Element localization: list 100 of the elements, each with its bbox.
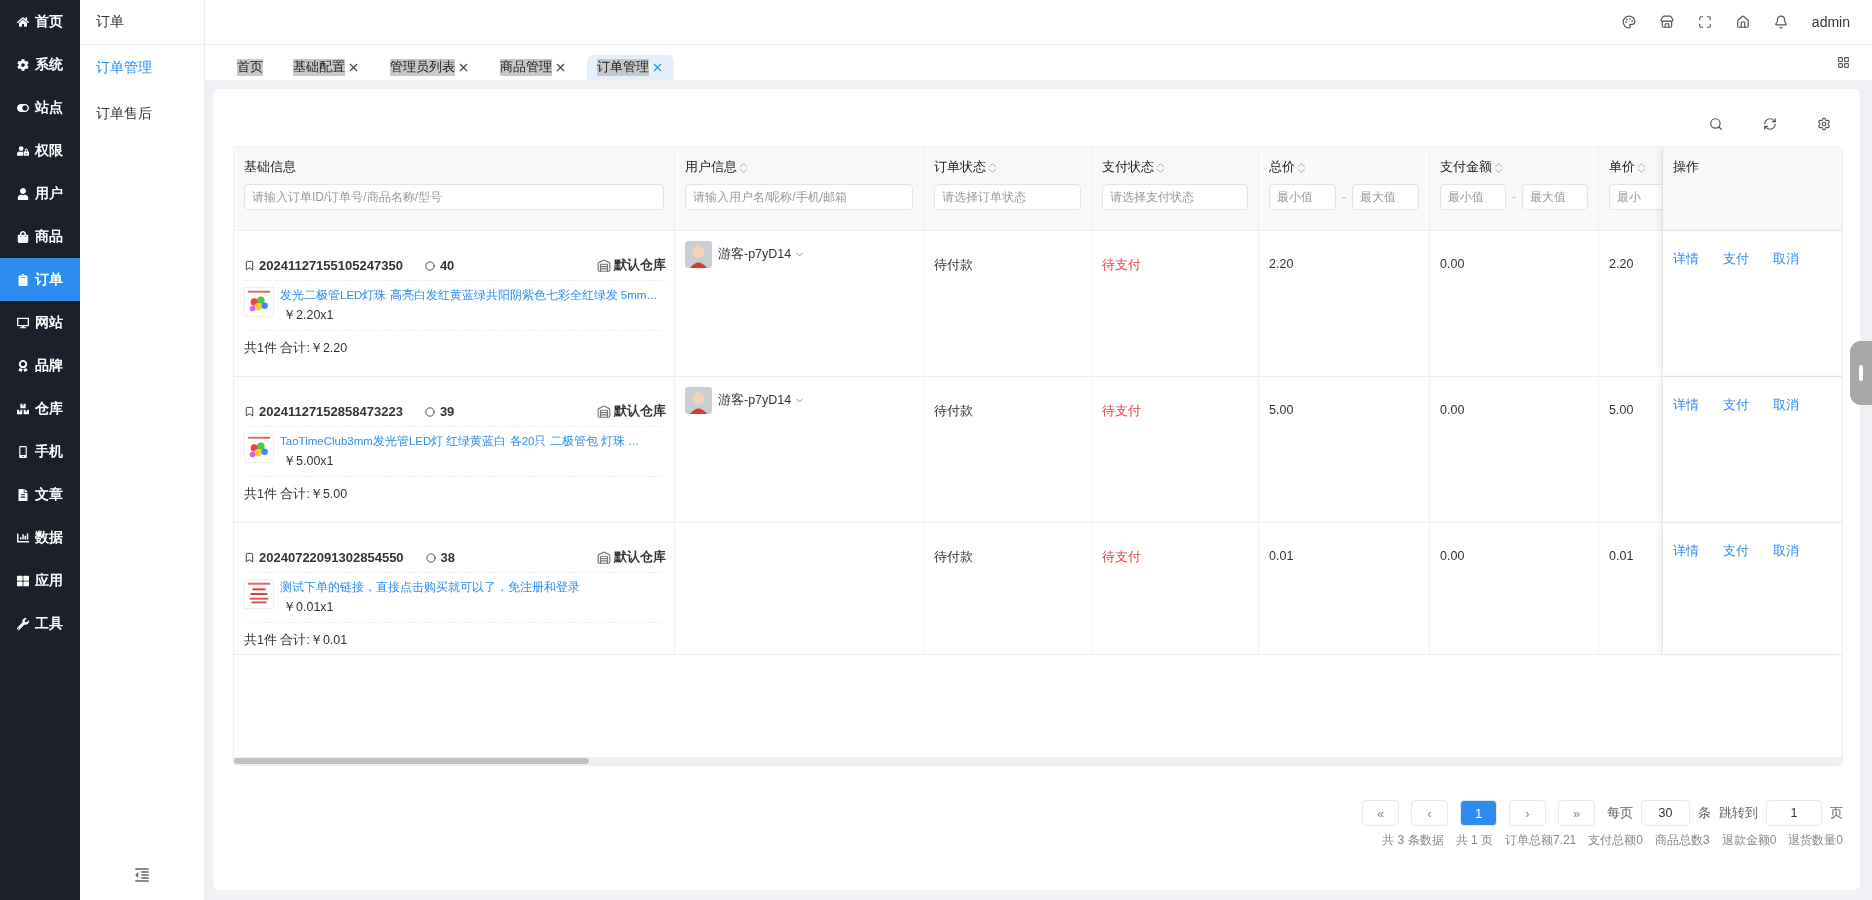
username[interactable]: admin: [1811, 14, 1850, 30]
filter-field[interactable]: 请输入订单ID/订单号/商品名称/型号: [244, 184, 664, 210]
user-lock-icon: [17, 144, 29, 157]
scrollbar[interactable]: [234, 757, 1842, 765]
home-icon[interactable]: [1735, 15, 1750, 29]
table-cell: 2.20: [1259, 231, 1430, 376]
min-field[interactable]: 最小值: [1440, 184, 1506, 210]
tab[interactable]: 基础配置: [283, 55, 370, 80]
table-cell: 5.00: [1259, 377, 1430, 522]
close-icon[interactable]: [457, 61, 470, 74]
nav-item[interactable]: 网站: [0, 301, 80, 344]
close-icon[interactable]: [554, 61, 567, 74]
order-number: 20240722091302854550: [259, 550, 404, 565]
action-link[interactable]: 支付: [1723, 543, 1749, 560]
min-field[interactable]: 最小: [1609, 184, 1662, 210]
nav-item[interactable]: 系统: [0, 43, 80, 86]
nav-item[interactable]: 文章: [0, 473, 80, 516]
max-field[interactable]: 最大值: [1352, 184, 1419, 210]
tab[interactable]: 首页: [227, 55, 273, 80]
user-icon: [17, 187, 29, 200]
grid-icon[interactable]: [1837, 56, 1850, 69]
action-link[interactable]: 详情: [1673, 397, 1699, 414]
page-button[interactable]: »: [1558, 800, 1595, 826]
bag-icon: [17, 230, 29, 243]
nav-item[interactable]: 数据: [0, 516, 80, 559]
user-dropdown[interactable]: 游客-p7yD14: [718, 392, 806, 409]
search-icon[interactable]: [1709, 116, 1723, 131]
nav-item[interactable]: 用户: [0, 172, 80, 215]
order-number: 20241127155105247350: [259, 258, 403, 273]
nav-item[interactable]: 仓库: [0, 387, 80, 430]
side-handle[interactable]: [1850, 341, 1872, 405]
tab[interactable]: 商品管理: [490, 55, 577, 80]
warehouse-icon: [597, 258, 611, 273]
settings-icon[interactable]: [1817, 116, 1831, 131]
wrench-icon: [17, 617, 29, 630]
filter-field[interactable]: 请输入用户名/昵称/手机/邮箱: [685, 184, 913, 210]
store-icon[interactable]: [1659, 15, 1674, 29]
document-icon: [17, 488, 29, 501]
warehouse-name: 默认仓库: [614, 403, 666, 420]
nav-item[interactable]: 首页: [0, 0, 80, 43]
column-header: 订单状态: [934, 159, 986, 176]
table-cell: 待付款: [924, 377, 1092, 522]
nav-item[interactable]: 商品: [0, 215, 80, 258]
submenu-title: 订单: [80, 0, 204, 45]
close-icon[interactable]: [347, 61, 360, 74]
tab[interactable]: 管理员列表: [380, 55, 480, 80]
summary-stat: 共 1 页: [1455, 832, 1493, 849]
warehouse-icon: [597, 550, 611, 565]
action-link[interactable]: 支付: [1723, 251, 1749, 268]
nav-item[interactable]: 权限: [0, 129, 80, 172]
submenu-item[interactable]: 订单管理: [80, 45, 204, 91]
per-page-label: 每页: [1607, 804, 1633, 822]
tab[interactable]: 订单管理: [587, 55, 674, 80]
column-header: 单价: [1609, 159, 1635, 176]
table-cell: 待支付: [1092, 231, 1259, 376]
collapse-icon[interactable]: [133, 866, 151, 884]
product-link[interactable]: TaoTimeClub3mm发光管LED灯 红绿黄蓝白 各20只 二极管包 灯珠 …: [280, 433, 640, 450]
min-field[interactable]: 最小值: [1269, 184, 1336, 210]
column-header: 基础信息: [244, 159, 296, 176]
clipboard-icon: [17, 273, 29, 286]
product-link[interactable]: 发光二极管LED灯珠 高亮白发红黄蓝绿共阳阴紫色七彩全红绿发 5mm…: [280, 287, 658, 304]
nav-item[interactable]: 品牌: [0, 344, 80, 387]
jump-field[interactable]: 1: [1766, 800, 1822, 826]
action-link[interactable]: 支付: [1723, 397, 1749, 414]
avatar-icon: [685, 241, 712, 268]
price-quantity: ￥5.00x1: [282, 453, 335, 470]
fullscreen-icon[interactable]: [1697, 15, 1712, 29]
action-link[interactable]: 取消: [1773, 251, 1799, 268]
max-field[interactable]: 最大值: [1522, 184, 1588, 210]
per-page-unit: 条: [1698, 804, 1711, 822]
toggle-icon: [17, 101, 29, 114]
nav-item[interactable]: 工具: [0, 602, 80, 645]
per-page-field[interactable]: 30: [1641, 800, 1690, 826]
page-button[interactable]: «: [1362, 800, 1399, 826]
nav-item[interactable]: 应用: [0, 559, 80, 602]
bell-icon[interactable]: [1773, 15, 1788, 29]
action-link[interactable]: 取消: [1773, 397, 1799, 414]
action-link[interactable]: 取消: [1773, 543, 1799, 560]
refresh-icon[interactable]: [1763, 116, 1777, 131]
filter-field[interactable]: 请选择支付状态: [1102, 184, 1248, 210]
table-cell: 0.00: [1430, 377, 1599, 522]
action-link[interactable]: 详情: [1673, 251, 1699, 268]
user-dropdown[interactable]: 游客-p7yD14: [718, 246, 806, 263]
submenu-item[interactable]: 订单售后: [80, 91, 204, 137]
table-cell: 0.01: [1259, 523, 1430, 654]
table-cell: 待付款: [924, 523, 1092, 654]
home-icon: [17, 15, 29, 28]
palette-icon[interactable]: [1621, 15, 1636, 29]
avatar-icon: [685, 387, 712, 414]
nav-item[interactable]: 手机: [0, 430, 80, 473]
filter-field[interactable]: 请选择订单状态: [934, 184, 1081, 210]
nav-item[interactable]: 站点: [0, 86, 80, 129]
page-button[interactable]: ›: [1509, 800, 1546, 826]
page-button[interactable]: ‹: [1411, 800, 1448, 826]
table-cell: 0.00: [1430, 523, 1599, 654]
table-cell: 2.20: [1599, 231, 1663, 376]
table-cell: 待支付: [1092, 523, 1259, 654]
product-link[interactable]: 测试下单的链接，直接点击购买就可以了，免注册和登录: [280, 579, 580, 596]
circle-icon: [424, 406, 435, 417]
action-link[interactable]: 详情: [1673, 543, 1699, 560]
